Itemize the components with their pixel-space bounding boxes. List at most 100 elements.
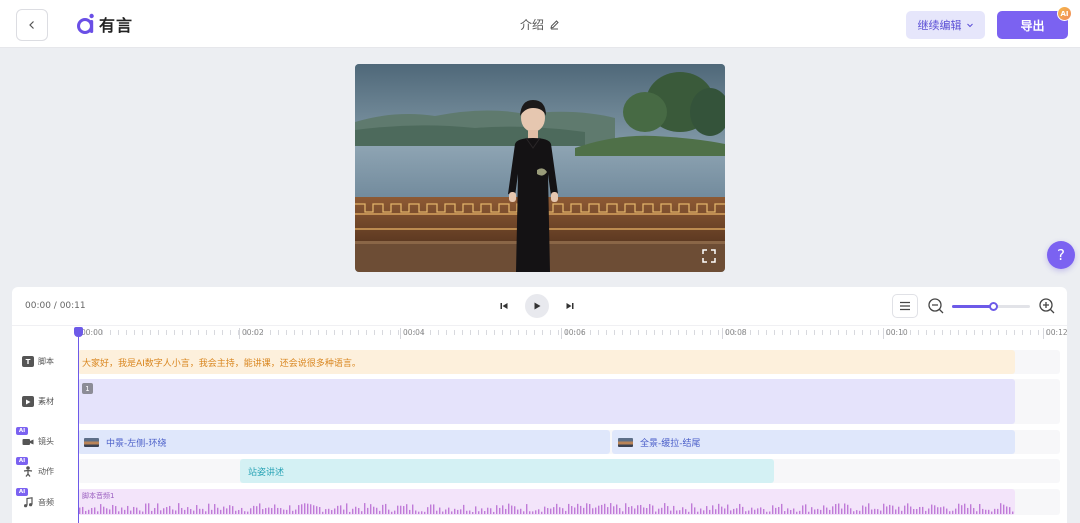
waveform-bar bbox=[625, 503, 627, 514]
waveform-bar bbox=[580, 505, 582, 514]
waveform-bar bbox=[199, 508, 201, 514]
waveform-bar bbox=[982, 508, 984, 514]
fullscreen-icon[interactable] bbox=[701, 248, 717, 264]
ai-tag: AI bbox=[16, 457, 28, 465]
next-button[interactable] bbox=[560, 296, 580, 316]
waveform-bar bbox=[847, 504, 849, 514]
previous-button[interactable] bbox=[494, 296, 514, 316]
pencil-icon[interactable] bbox=[549, 19, 560, 30]
waveform-bar bbox=[925, 510, 927, 514]
waveform-bar bbox=[757, 508, 759, 514]
playhead-handle[interactable] bbox=[74, 327, 83, 337]
waveform-bar bbox=[538, 509, 540, 514]
waveform-bar bbox=[514, 506, 516, 514]
app-logo[interactable]: 有言 bbox=[76, 10, 133, 38]
waveform-bar bbox=[967, 507, 969, 514]
camera-clip[interactable]: 中景-左侧-环绕 bbox=[78, 430, 610, 454]
waveform-bar bbox=[811, 507, 813, 514]
waveform-bar bbox=[913, 508, 915, 514]
playback-controls bbox=[494, 294, 580, 318]
waveform-bar bbox=[898, 506, 900, 514]
material-clip[interactable]: 1 bbox=[78, 379, 1015, 424]
waveform-bar bbox=[277, 507, 279, 514]
timeline-panel: 00:00 / 00:11 00:00 00:02 00:04 00:06 00… bbox=[12, 287, 1067, 523]
waveform-bar bbox=[946, 508, 948, 514]
waveform-bar bbox=[232, 506, 234, 514]
script-clip[interactable]: 大家好，我是AI数字人小言，我会主持，能讲课，还会说很多种语言。 bbox=[78, 350, 1015, 374]
waveform-bar bbox=[715, 509, 717, 514]
video-preview[interactable] bbox=[355, 64, 725, 272]
waveform-bar bbox=[316, 506, 318, 514]
waveform-bar bbox=[364, 503, 366, 514]
document-title[interactable]: 介绍 bbox=[520, 16, 560, 33]
waveform-bar bbox=[919, 506, 921, 514]
waveform-bar bbox=[439, 507, 441, 514]
waveform-bar bbox=[253, 505, 255, 514]
waveform-bar bbox=[121, 507, 123, 514]
waveform-bar bbox=[673, 505, 675, 514]
waveform-bar bbox=[409, 509, 411, 514]
waveform-bar bbox=[544, 506, 546, 514]
zoom-slider[interactable] bbox=[952, 302, 1030, 311]
play-button[interactable] bbox=[525, 294, 549, 318]
waveform-bar bbox=[463, 504, 465, 514]
waveform-bar bbox=[322, 511, 324, 514]
continue-edit-button[interactable]: 继续编辑 bbox=[906, 11, 985, 39]
waveform-bar bbox=[172, 509, 174, 514]
help-button[interactable]: ? bbox=[1047, 241, 1075, 269]
waveform-bar bbox=[205, 511, 207, 514]
waveform-bar bbox=[208, 503, 210, 514]
camera-clip[interactable]: 全景-缓拉-结尾 bbox=[612, 430, 1015, 454]
waveform-bar bbox=[343, 509, 345, 514]
waveform-bar bbox=[1000, 503, 1002, 514]
zoom-slider-thumb[interactable] bbox=[988, 302, 998, 311]
waveform-bar bbox=[760, 507, 762, 514]
audio-clip[interactable]: 脚本音频1 bbox=[78, 489, 1015, 515]
waveform-bar bbox=[148, 503, 150, 514]
waveform-bar bbox=[694, 507, 696, 514]
waveform-bar bbox=[550, 508, 552, 514]
waveform-bar bbox=[475, 506, 477, 514]
waveform-bar bbox=[703, 510, 705, 514]
time-readout: 00:00 / 00:11 bbox=[25, 301, 86, 311]
waveform-bar bbox=[910, 506, 912, 514]
waveform-bar bbox=[922, 506, 924, 514]
time-ruler[interactable]: 00:00 00:02 00:04 00:06 00:08 00:10 00:1… bbox=[12, 325, 1067, 339]
waveform-bar bbox=[217, 507, 219, 514]
waveform-bar bbox=[838, 503, 840, 514]
waveform-bar bbox=[631, 506, 633, 514]
waveform-bar bbox=[607, 507, 609, 514]
waveform-bar bbox=[460, 509, 462, 514]
waveform-bar bbox=[478, 511, 480, 514]
waveform-bar bbox=[616, 504, 618, 514]
action-clip[interactable]: 站姿讲述 bbox=[240, 459, 774, 483]
camera-clip-label: 全景-缓拉-结尾 bbox=[640, 438, 701, 449]
export-button[interactable]: 导出 AI bbox=[997, 6, 1072, 39]
waveform-bar bbox=[964, 503, 966, 514]
waveform-bar bbox=[379, 510, 381, 514]
waveform-bar bbox=[655, 511, 657, 514]
waveform-bar bbox=[742, 506, 744, 514]
waveform-bar bbox=[235, 510, 237, 514]
waveform-bar bbox=[856, 510, 858, 514]
waveform-bar bbox=[193, 510, 195, 514]
zoom-in-icon[interactable] bbox=[1038, 297, 1056, 315]
preview-frame bbox=[355, 64, 725, 272]
waveform-bar bbox=[817, 508, 819, 514]
video-material-icon bbox=[22, 396, 34, 407]
waveform-bar bbox=[775, 507, 777, 514]
waveform-bar bbox=[583, 507, 585, 514]
waveform-bar bbox=[136, 507, 138, 514]
waveform-bar bbox=[988, 509, 990, 514]
waveform-bar bbox=[859, 510, 861, 514]
waveform-bar bbox=[124, 509, 126, 514]
waveform-bar bbox=[559, 507, 561, 514]
track-list-button[interactable] bbox=[892, 294, 918, 318]
zoom-out-icon[interactable] bbox=[927, 297, 945, 315]
back-button[interactable] bbox=[16, 9, 48, 41]
waveform-bar bbox=[484, 511, 486, 514]
waveform-bar bbox=[736, 508, 738, 514]
waveform-bar bbox=[154, 508, 156, 514]
waveform-bar bbox=[688, 511, 690, 514]
waveform-bar bbox=[139, 510, 141, 514]
